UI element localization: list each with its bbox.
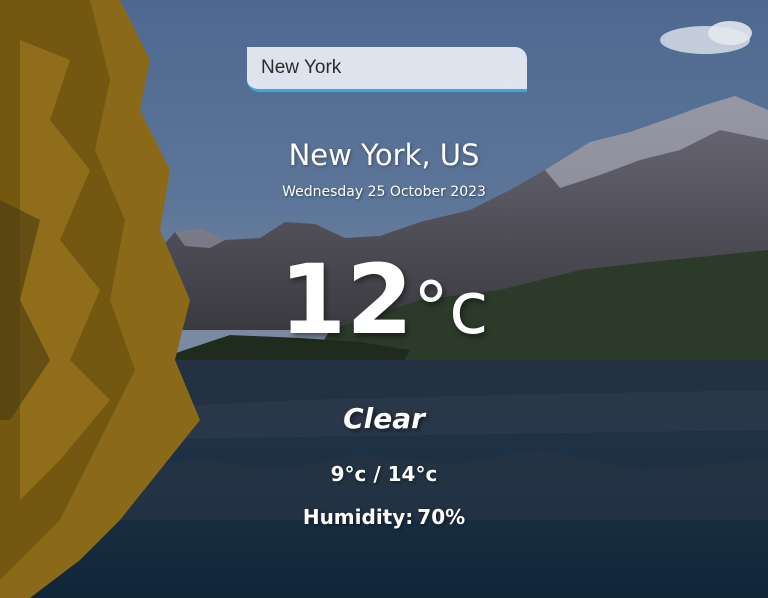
search-input[interactable] [247,47,527,89]
weather-condition: Clear [343,402,425,435]
city-name: New York, US [288,138,480,172]
humidity-display: Humidity: 70% [0,505,768,529]
humidity-value: 70% [417,505,466,529]
current-date: Wednesday 25 October 2023 [282,184,486,200]
search-bar[interactable] [247,47,527,92]
humidity-label: Humidity: [302,505,414,529]
temperature-value: 12 [279,244,413,356]
temperature-display: 12°c [0,244,768,356]
min-max-temperature: 9°c / 14°c [330,462,438,486]
temperature-unit: °c [413,266,489,350]
